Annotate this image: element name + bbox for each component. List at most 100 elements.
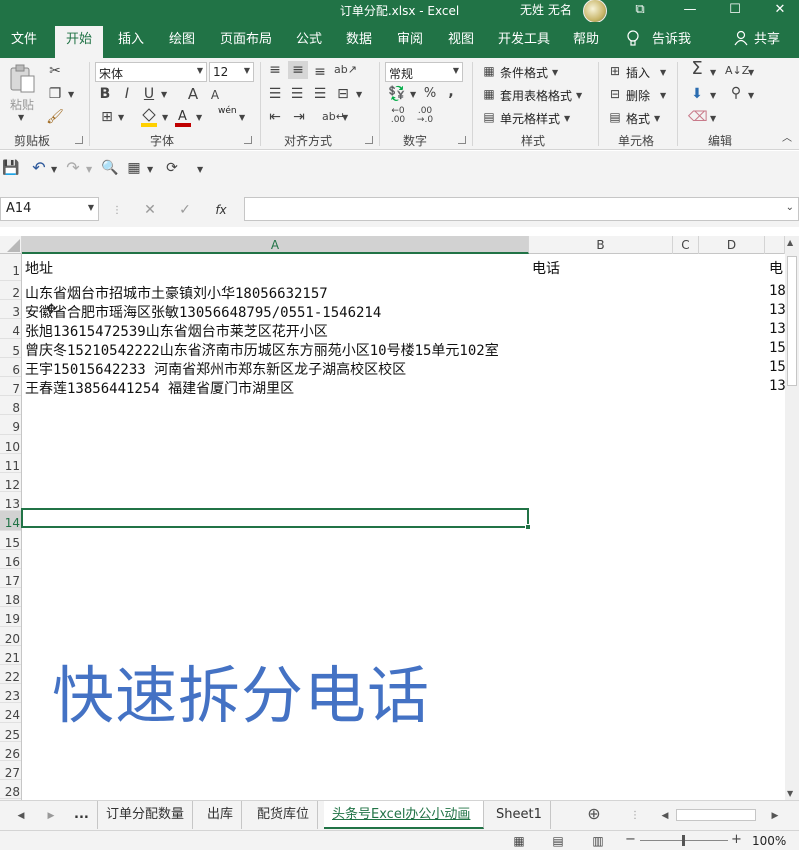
scroll-right-icon[interactable]: ▶ xyxy=(770,807,780,825)
cell-a3[interactable]: 安徽省合肥市瑶海区张敏13056648795/0551-1546214 xyxy=(25,302,381,322)
fill-dropdown-icon[interactable]: ▼ xyxy=(710,91,716,100)
clear-dropdown-icon[interactable]: ▼ xyxy=(710,114,716,123)
tab-review[interactable]: 审阅 xyxy=(397,30,423,50)
format-painter-icon[interactable]: 🖌 xyxy=(46,108,64,126)
wrap-dropdown-icon[interactable]: ▼ xyxy=(342,113,348,122)
fill-down-icon[interactable]: ⬇ xyxy=(688,85,706,103)
cut-icon[interactable]: ✂ xyxy=(46,62,64,80)
scroll-left-icon[interactable]: ◀ xyxy=(660,807,670,825)
share-button[interactable]: 共享 xyxy=(754,30,780,50)
tab-draw[interactable]: 绘图 xyxy=(169,30,195,50)
comma-style-button[interactable]: , xyxy=(444,83,458,101)
column-header-c[interactable]: C xyxy=(673,236,699,254)
fill-color-icon[interactable] xyxy=(140,107,158,132)
confirm-entry-icon[interactable]: ✓ xyxy=(177,201,193,219)
format-as-table-button[interactable]: 套用表格格式 xyxy=(500,87,572,104)
redo-dropdown-icon[interactable]: ▼ xyxy=(86,165,92,174)
undo-icon[interactable]: ↶ xyxy=(30,159,48,177)
align-right-icon[interactable]: ☰ xyxy=(311,85,329,103)
collapse-ribbon-icon[interactable]: ︿ xyxy=(780,130,794,148)
row-header-18[interactable]: 18 xyxy=(0,588,21,608)
row-header-22[interactable]: 22 xyxy=(0,665,21,685)
undo-dropdown-icon[interactable]: ▼ xyxy=(51,165,57,174)
row-header-9[interactable]: 9 xyxy=(0,415,21,435)
merge-dropdown-icon[interactable]: ▼ xyxy=(356,90,362,99)
bold-button[interactable]: B xyxy=(98,85,112,103)
formula-input[interactable]: ⌄ xyxy=(244,197,799,221)
column-header-b[interactable]: B xyxy=(529,236,673,254)
zoom-slider-thumb[interactable] xyxy=(682,835,685,846)
paste-dropdown-icon[interactable]: ▼ xyxy=(18,113,24,122)
minimize-button[interactable]: — xyxy=(675,0,705,22)
chevron-down-icon[interactable]: ▼ xyxy=(552,68,558,77)
row-header-14[interactable]: 14 xyxy=(0,511,21,531)
share-icon[interactable] xyxy=(734,30,748,50)
row-header-8[interactable]: 8 xyxy=(0,396,21,416)
cell-e5[interactable]: 15 xyxy=(769,340,785,356)
tab-page-layout[interactable]: 页面布局 xyxy=(220,30,272,50)
align-bottom-icon[interactable]: ≡ xyxy=(311,63,329,81)
tab-developer[interactable]: 开发工具 xyxy=(498,30,550,50)
sheet-tab-more[interactable]: ... xyxy=(66,801,98,829)
insert-cells-button[interactable]: 插入 xyxy=(626,64,650,81)
underline-button[interactable]: U xyxy=(142,85,156,103)
currency-icon[interactable]: 💱 xyxy=(387,85,407,103)
tab-insert[interactable]: 插入 xyxy=(118,30,144,50)
underline-dropdown-icon[interactable]: ▼ xyxy=(161,90,167,99)
cell-a4[interactable]: 张旭13615472539山东省烟台市莱芝区花开小区 xyxy=(25,321,328,341)
decrease-decimal-icon[interactable]: .00 →.0 xyxy=(414,107,436,125)
page-layout-view-icon[interactable]: ▤ xyxy=(549,832,567,850)
increase-decimal-icon[interactable]: ←0.00 xyxy=(387,107,409,125)
row-header-12[interactable]: 12 xyxy=(0,473,21,493)
row-header-15[interactable]: 15 xyxy=(0,531,21,550)
borders-icon[interactable]: ⊞ xyxy=(98,108,116,126)
row-header-24[interactable]: 24 xyxy=(0,703,21,723)
orientation-icon[interactable]: ab↗ xyxy=(334,61,357,79)
conditional-format-button[interactable]: 条件格式 xyxy=(500,64,548,81)
row-header-25[interactable]: 25 xyxy=(0,723,21,742)
chevron-down-icon[interactable]: ▼ xyxy=(576,91,582,100)
close-button[interactable]: ✕ xyxy=(765,0,795,22)
save-icon[interactable]: 💾 xyxy=(2,159,20,177)
row-header-11[interactable]: 11 xyxy=(0,454,21,473)
cell-a6[interactable]: 王宇15015642233 河南省郑州市郑东新区龙子湖高校区校区 xyxy=(25,359,406,379)
font-size-select[interactable]: 12 ▼ xyxy=(209,62,254,82)
refresh-icon[interactable]: ⟳ xyxy=(163,159,181,177)
row-header-1[interactable]: 1 xyxy=(0,254,21,281)
row-header-6[interactable]: 6 xyxy=(0,358,21,377)
row-header-5[interactable]: 5 xyxy=(0,339,21,358)
split-grip-icon[interactable]: ⋮ xyxy=(630,807,640,825)
tab-data[interactable]: 数据 xyxy=(346,30,372,50)
row-header-10[interactable]: 10 xyxy=(0,435,21,454)
scroll-sheets-right-icon[interactable]: ▶ xyxy=(46,807,56,825)
cell-a2[interactable]: 山东省烟台市招城市土豪镇刘小华18056632157 xyxy=(25,283,328,303)
chevron-down-icon[interactable]: ▼ xyxy=(654,114,660,123)
shrink-font-button[interactable]: A xyxy=(209,86,221,104)
chevron-down-icon[interactable]: ▼ xyxy=(660,68,666,77)
row-header-20[interactable]: 20 xyxy=(0,627,21,646)
cell-e1[interactable]: 电 xyxy=(769,258,783,278)
cell-e3[interactable]: 13 xyxy=(769,302,785,318)
active-cell-selection[interactable] xyxy=(21,508,531,530)
chevron-down-icon[interactable]: ▼ xyxy=(660,91,666,100)
phonetic-guide-button[interactable]: wén xyxy=(218,106,237,116)
sort-filter-icon[interactable]: A↓Z xyxy=(725,62,749,80)
wrap-text-icon[interactable]: ab↵ xyxy=(322,108,345,126)
row-header-28[interactable]: 28 xyxy=(0,780,21,800)
row-header-17[interactable]: 17 xyxy=(0,569,21,589)
tab-view[interactable]: 视图 xyxy=(448,30,474,50)
chevron-down-icon[interactable]: ▼ xyxy=(564,114,570,123)
cell-e4[interactable]: 13 xyxy=(769,321,785,337)
zoom-level[interactable]: 100% xyxy=(752,834,786,848)
number-format-select[interactable]: 常规 ▼ xyxy=(385,62,463,82)
column-header-e[interactable] xyxy=(765,236,785,254)
insert-function-button[interactable]: fx xyxy=(212,201,230,219)
fill-color-dropdown-icon[interactable]: ▼ xyxy=(162,113,168,122)
font-name-select[interactable]: 宋体 ▼ xyxy=(95,62,207,82)
copy-icon[interactable]: ❐ xyxy=(46,85,64,103)
normal-view-icon[interactable]: ▦ xyxy=(510,832,528,850)
align-left-icon[interactable]: ☰ xyxy=(266,85,284,103)
page-break-preview-icon[interactable]: ▥ xyxy=(589,832,607,850)
sheet-tab-active[interactable]: 头条号Excel办公小动画 xyxy=(324,801,484,829)
scroll-sheets-left-icon[interactable]: ◀ xyxy=(16,807,26,825)
